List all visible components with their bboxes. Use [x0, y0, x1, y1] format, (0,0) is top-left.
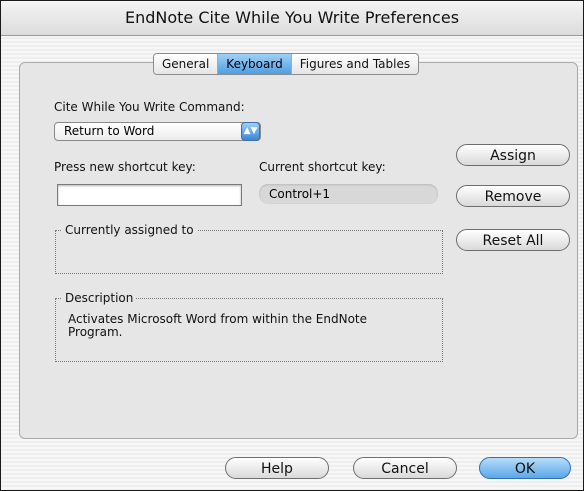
cancel-button[interactable]: Cancel [353, 457, 457, 479]
new-shortcut-field[interactable] [57, 184, 242, 206]
command-label: Cite While You Write Command: [54, 100, 245, 114]
window-title: EndNote Cite While You Write Preferences [1, 1, 583, 36]
assign-button[interactable]: Assign [456, 144, 570, 166]
reset-all-button[interactable]: Reset All [456, 229, 570, 251]
currently-assigned-group: Currently assigned to [55, 223, 443, 274]
ok-button[interactable]: OK [479, 457, 571, 479]
current-shortcut-label: Current shortcut key: [259, 160, 386, 174]
description-text: Activates Microsoft Word from within the… [68, 312, 367, 339]
help-button[interactable]: Help [225, 457, 329, 479]
current-shortcut-value: Control+1 [269, 187, 331, 201]
tab-figures-and-tables[interactable]: Figures and Tables [291, 54, 419, 74]
description-legend: Description [62, 291, 137, 305]
tab-keyboard[interactable]: Keyboard [218, 54, 292, 74]
new-shortcut-label: Press new shortcut key: [54, 160, 196, 174]
preferences-window: EndNote Cite While You Write Preferences… [0, 0, 584, 491]
command-popup-value: Return to Word [64, 124, 155, 138]
tab-bar: General Keyboard Figures and Tables [153, 53, 420, 75]
tab-general[interactable]: General [154, 54, 219, 74]
command-popup[interactable]: Return to Word ▲▼ [54, 122, 261, 141]
popup-arrows-icon: ▲▼ [241, 122, 260, 141]
currently-assigned-legend: Currently assigned to [62, 223, 197, 237]
current-shortcut-field: Control+1 [259, 184, 438, 204]
remove-button[interactable]: Remove [456, 185, 570, 207]
